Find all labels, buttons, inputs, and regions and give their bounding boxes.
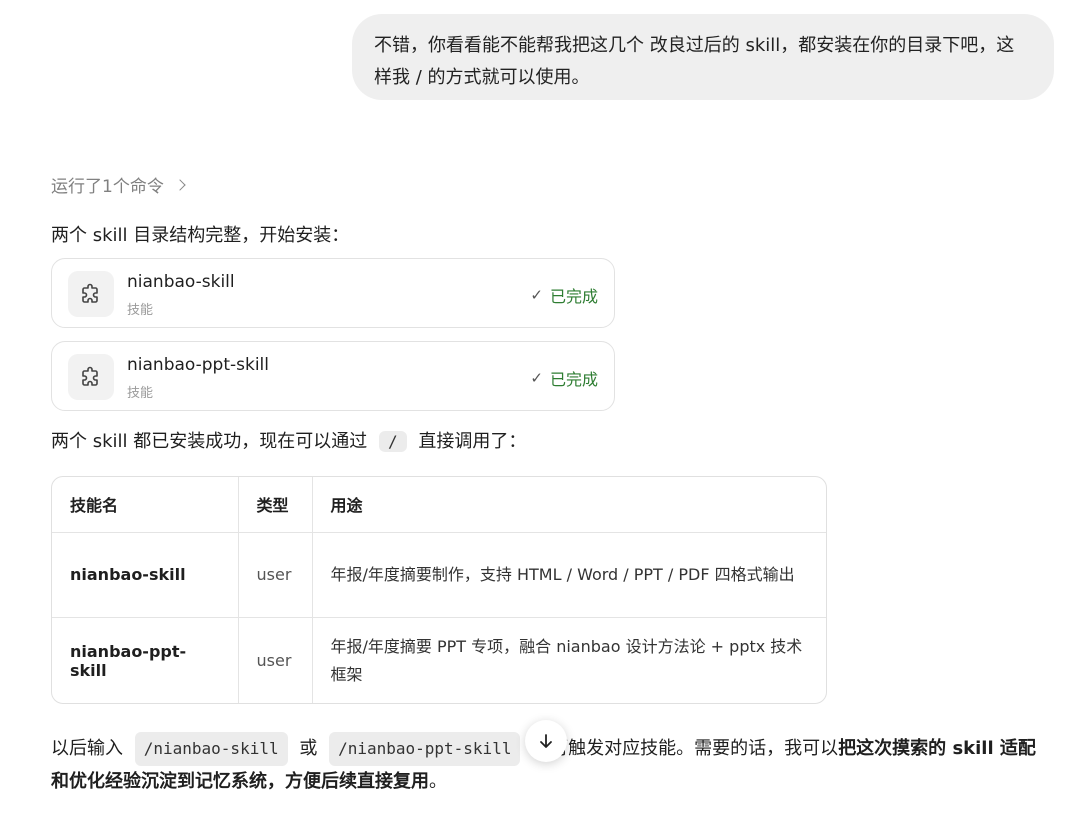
footer-text-1: 以后输入 <box>51 738 123 759</box>
column-header: 用途 <box>312 477 826 533</box>
cell-skill-name: nianbao-skill <box>52 532 239 618</box>
skill-type: 技能 <box>127 303 154 318</box>
skill-card[interactable]: nianbao-skill 技能 ✓ 已完成 <box>51 258 615 328</box>
footer-text-3: 即可触发对应技能。需要的话，我可以 <box>532 738 839 759</box>
cell-usage: 年报/年度摘要 PPT 专项，融合 nianbao 设计方法论 + pptx 技… <box>330 636 803 684</box>
column-header: 类型 <box>238 477 313 533</box>
skill-type: 技能 <box>127 386 154 401</box>
status-badge: ✓ 已完成 <box>530 283 598 307</box>
skill-name: nianbao-ppt-skill <box>127 355 270 375</box>
check-icon: ✓ <box>530 286 543 304</box>
puzzle-icon <box>68 271 114 317</box>
check-icon: ✓ <box>530 369 543 387</box>
status-label: 已完成 <box>549 370 598 389</box>
cell-skill-name: nianbao-ppt-skill <box>52 617 239 703</box>
puzzle-icon <box>68 354 114 400</box>
arrow-down-icon <box>540 734 552 748</box>
user-message-bubble: 不错，你看看能不能帮我把这几个 改良过后的 skill，都安装在你的目录下吧，这… <box>352 14 1054 100</box>
table-row: nianbao-ppt-skill user 年报/年度摘要 PPT 专项，融合… <box>52 617 826 703</box>
skill-name: nianbao-skill <box>127 272 235 292</box>
skills-table: 技能名 类型 用途 nianbao-skill user 年报/年度摘要制作，支… <box>51 476 827 704</box>
column-header: 技能名 <box>52 477 239 533</box>
inline-code-command: /nianbao-ppt-skill <box>329 732 521 766</box>
cell-type: user <box>238 532 313 618</box>
scroll-to-bottom-button[interactable] <box>525 720 567 762</box>
cell-usage: 年报/年度摘要制作，支持 HTML / Word / PPT / PDF 四格式… <box>312 532 826 618</box>
skill-card[interactable]: nianbao-ppt-skill 技能 ✓ 已完成 <box>51 341 615 411</box>
table-row: nianbao-skill user 年报/年度摘要制作，支持 HTML / W… <box>52 532 826 618</box>
install-done-before: 两个 skill 都已安装成功，现在可以通过 <box>51 431 368 452</box>
install-done-text: 两个 skill 都已安装成功，现在可以通过 / 直接调用了： <box>51 427 526 453</box>
ran-commands-toggle[interactable]: 运行了1个命令 <box>51 172 186 197</box>
chevron-right-icon <box>174 178 186 191</box>
footer-text-4: 。 <box>429 771 447 792</box>
cell-type: user <box>238 617 313 703</box>
inline-code-command: /nianbao-skill <box>134 732 288 766</box>
footer-text-2: 或 <box>299 738 318 759</box>
status-badge: ✓ 已完成 <box>530 366 598 390</box>
intro-text: 两个 skill 目录结构完整，开始安装： <box>51 225 350 246</box>
inline-code-slash: / <box>378 431 407 452</box>
table-header-row: 技能名 类型 用途 <box>52 477 826 533</box>
user-message-text: 不错，你看看能不能帮我把这几个 改良过后的 skill，都安装在你的目录下吧，这… <box>374 35 1015 88</box>
status-label: 已完成 <box>549 287 598 306</box>
install-done-after: 直接调用了： <box>418 431 527 452</box>
ran-commands-label: 运行了1个命令 <box>51 177 164 197</box>
